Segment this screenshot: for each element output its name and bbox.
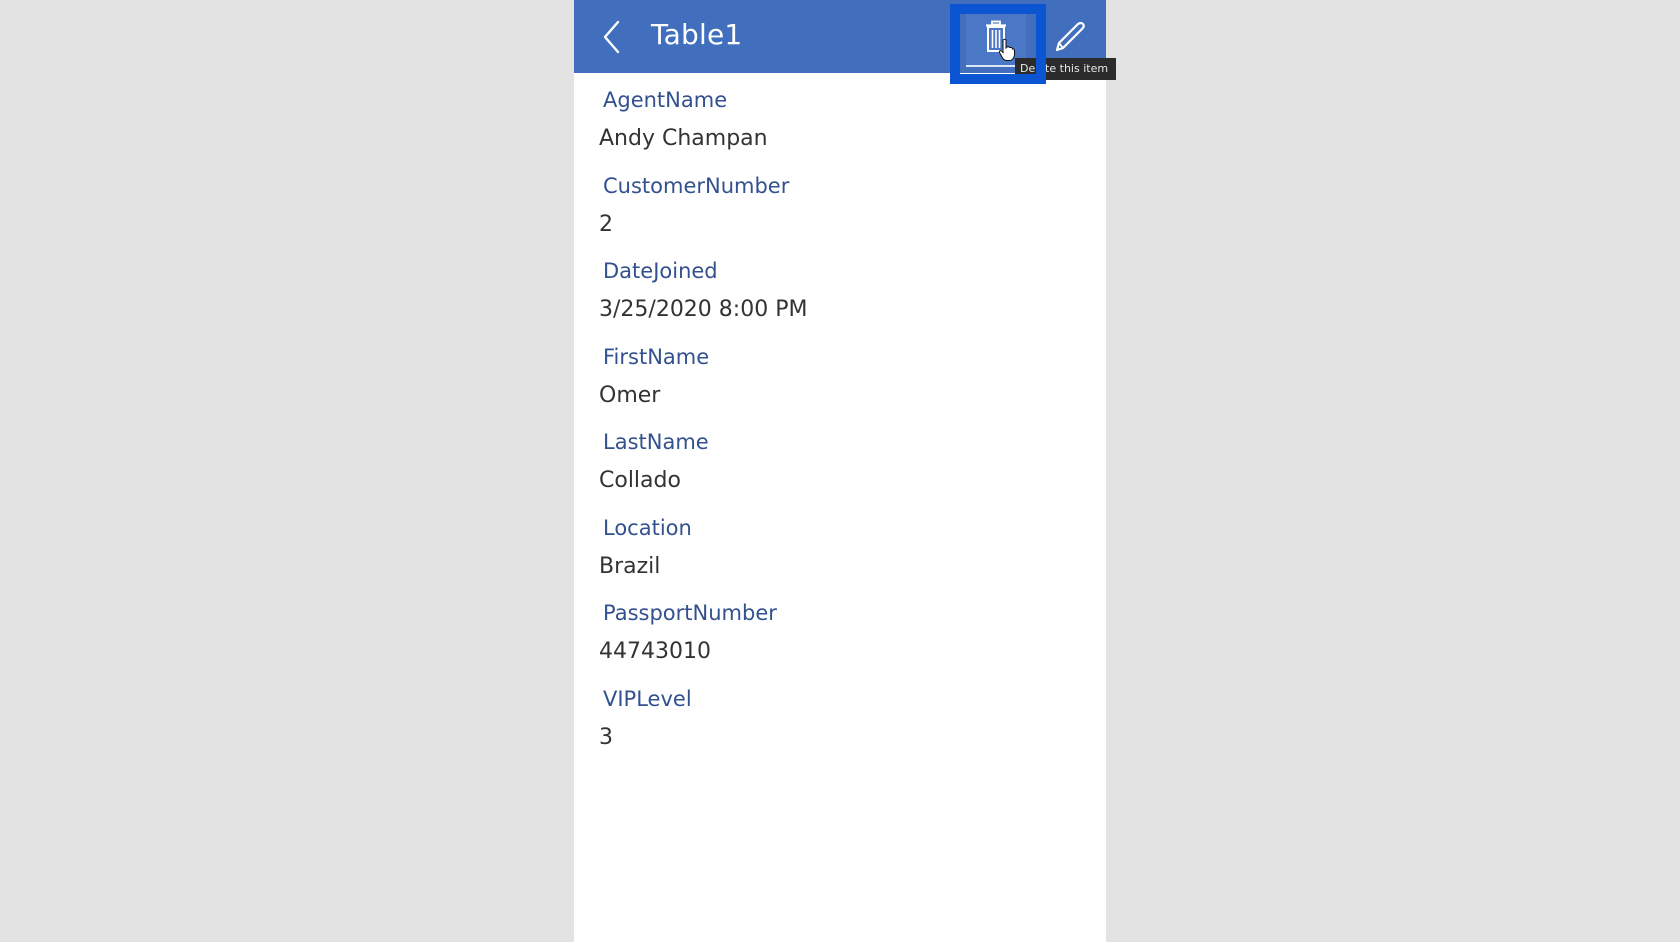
field-value: Collado — [599, 468, 681, 493]
field-label: VIPLevel — [603, 686, 692, 711]
chevron-left-icon — [603, 20, 620, 54]
field-vip-level: VIPLevel 3 — [574, 682, 1106, 768]
field-value: 2 — [599, 211, 613, 237]
field-passport-number: PassportNumber 44743010 — [574, 596, 1106, 682]
pencil-icon — [1055, 21, 1085, 52]
back-button[interactable] — [596, 16, 632, 58]
field-last-name: LastName Collado — [574, 425, 1106, 511]
detail-screen: Table1 AgentName Andy Champan CustomerNu… — [574, 0, 1106, 942]
field-label: DateJoined — [603, 259, 718, 283]
field-first-name: FirstName Omer — [574, 340, 1106, 426]
field-label: PassportNumber — [603, 601, 777, 625]
field-value: 3/25/2020 8:00 PM — [599, 297, 808, 322]
delete-tooltip: Delete this item — [1015, 58, 1117, 80]
field-date-joined: DateJoined 3/25/2020 8:00 PM — [574, 254, 1106, 340]
field-customer-number: CustomerNumber 2 — [574, 169, 1106, 255]
field-label: CustomerNumber — [603, 173, 790, 198]
trash-icon — [986, 20, 1006, 52]
field-label: LastName — [603, 430, 709, 454]
field-location: Location Brazil — [574, 511, 1106, 597]
record-fields: AgentName Andy Champan CustomerNumber 2 … — [574, 83, 1106, 767]
field-value: Omer — [599, 382, 661, 408]
field-agent-name: AgentName Andy Champan — [574, 83, 1106, 169]
field-label: FirstName — [603, 344, 710, 369]
field-label: AgentName — [603, 88, 728, 112]
field-label: Location — [603, 515, 692, 540]
field-value: Andy Champan — [599, 126, 768, 151]
field-value: Brazil — [599, 553, 661, 579]
field-value: 3 — [599, 724, 613, 750]
screen-title: Table1 — [651, 18, 743, 51]
field-value: 44743010 — [599, 639, 711, 664]
